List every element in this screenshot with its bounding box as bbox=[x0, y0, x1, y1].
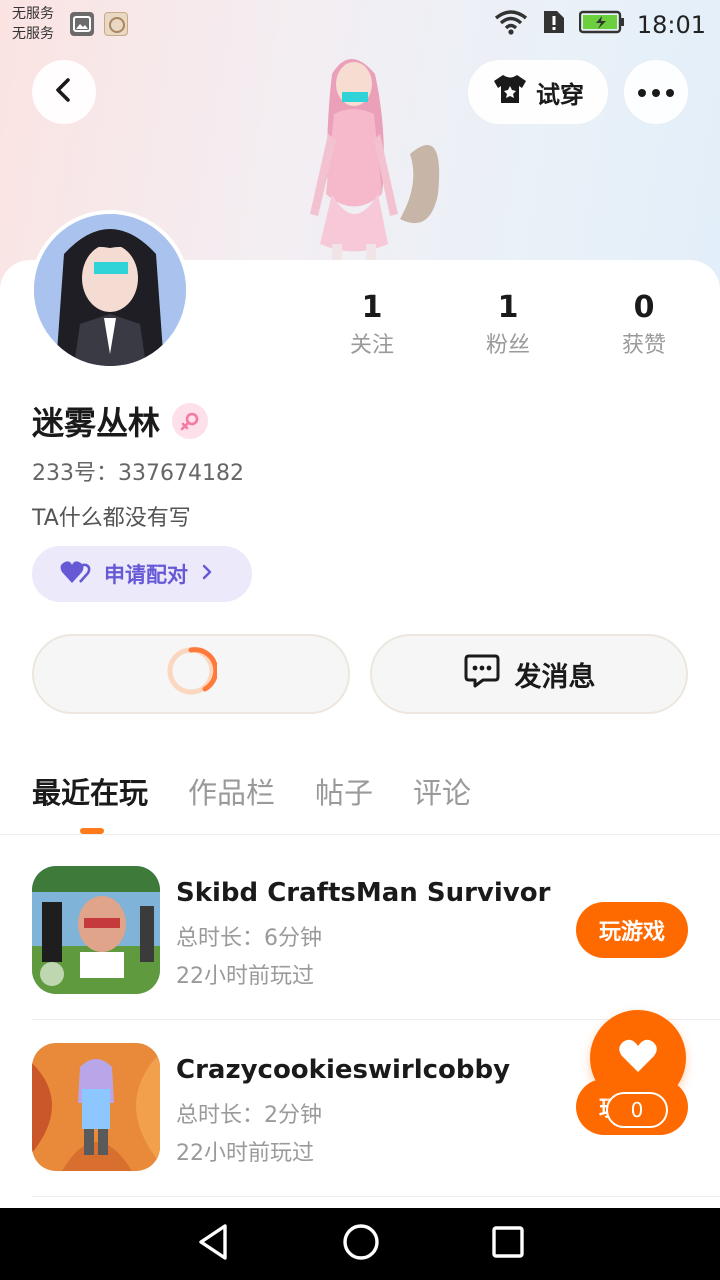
tab-recently-played[interactable]: 最近在玩 bbox=[32, 770, 148, 812]
game-duration: 总时长：6分钟 bbox=[176, 926, 322, 951]
carrier-info: 无服务 无服务 bbox=[12, 4, 54, 44]
battery-icon bbox=[578, 10, 625, 40]
play-game-button[interactable]: 玩游戏 bbox=[576, 902, 688, 958]
more-options-button[interactable] bbox=[624, 60, 688, 124]
user-name: 迷雾丛林 bbox=[32, 404, 161, 442]
list-item[interactable]: Skibd CraftsMan Survivor 总时长：6分钟 22小时前玩过… bbox=[32, 866, 720, 996]
request-match-button[interactable]: 申请配对 bbox=[32, 546, 252, 602]
carrier-line-1: 无服务 bbox=[12, 6, 54, 22]
stat-following[interactable]: 1 关注 bbox=[312, 290, 432, 362]
tab-posts[interactable]: 帖子 bbox=[315, 770, 373, 812]
row-divider bbox=[32, 1196, 720, 1197]
nav-home-icon[interactable] bbox=[342, 1223, 380, 1265]
likes-label: 获赞 bbox=[621, 333, 666, 358]
tabs-divider bbox=[0, 834, 720, 835]
stat-likes[interactable]: 0 获赞 bbox=[584, 290, 704, 362]
likes-count: 0 bbox=[633, 290, 655, 325]
carrier-line-2: 无服务 bbox=[12, 26, 54, 42]
send-message-label: 发消息 bbox=[514, 661, 596, 693]
status-bar: 无服务 无服务 18:01 bbox=[0, 0, 720, 50]
chevron-left-icon bbox=[50, 76, 78, 108]
app-notification-icon bbox=[104, 12, 128, 36]
game-title: Crazycookieswirlcobby bbox=[176, 1055, 511, 1085]
game-last-played: 22小时前玩过 bbox=[176, 964, 314, 989]
chat-bubble-icon bbox=[463, 653, 501, 696]
followers-label: 粉丝 bbox=[485, 333, 530, 358]
game-last-played: 22小时前玩过 bbox=[176, 1141, 314, 1166]
name-row: 迷雾丛林 bbox=[32, 398, 209, 444]
back-button[interactable] bbox=[32, 60, 96, 124]
user-id: 233号：337674182 bbox=[32, 461, 244, 486]
request-match-label: 申请配对 bbox=[104, 563, 188, 587]
try-on-button[interactable]: 试穿 bbox=[468, 60, 608, 124]
nav-recents-icon[interactable] bbox=[491, 1225, 525, 1263]
gallery-notification-icon bbox=[70, 12, 94, 36]
wifi-icon bbox=[493, 9, 529, 41]
following-label: 关注 bbox=[349, 333, 394, 358]
double-heart-icon bbox=[60, 559, 92, 590]
game-duration: 总时长：2分钟 bbox=[176, 1103, 322, 1128]
chevron-right-icon bbox=[200, 562, 214, 586]
clock: 18:01 bbox=[636, 11, 706, 39]
tab-works[interactable]: 作品栏 bbox=[188, 770, 275, 812]
game-icon-skibd bbox=[32, 866, 160, 994]
status-right-group: 18:01 bbox=[493, 8, 706, 42]
heart-icon bbox=[618, 1038, 658, 1078]
sim-alert-icon bbox=[541, 8, 567, 42]
more-dots-icon bbox=[636, 83, 676, 102]
favorite-count: 0 bbox=[606, 1092, 668, 1128]
tab-comments[interactable]: 评论 bbox=[413, 770, 471, 812]
female-icon bbox=[172, 403, 209, 439]
profile-avatar[interactable] bbox=[30, 210, 190, 370]
system-navigation-bar bbox=[0, 1208, 720, 1280]
game-title: Skibd CraftsMan Survivor bbox=[176, 878, 551, 908]
shirt-icon bbox=[492, 73, 528, 111]
stat-followers[interactable]: 1 粉丝 bbox=[448, 290, 568, 362]
try-on-label: 试穿 bbox=[536, 80, 584, 109]
content-tabs: 最近在玩 作品栏 帖子 评论 bbox=[32, 770, 471, 812]
followers-count: 1 bbox=[497, 290, 519, 325]
avatar-character-figure[interactable] bbox=[270, 44, 460, 260]
game-icon-crazycookie bbox=[32, 1043, 160, 1171]
loading-spinner-icon bbox=[165, 645, 219, 704]
nav-back-icon[interactable] bbox=[195, 1222, 231, 1266]
follow-button-loading[interactable] bbox=[32, 634, 350, 714]
user-bio: TA什么都没有写 bbox=[32, 506, 191, 531]
send-message-button[interactable]: 发消息 bbox=[370, 634, 688, 714]
following-count: 1 bbox=[361, 290, 383, 325]
